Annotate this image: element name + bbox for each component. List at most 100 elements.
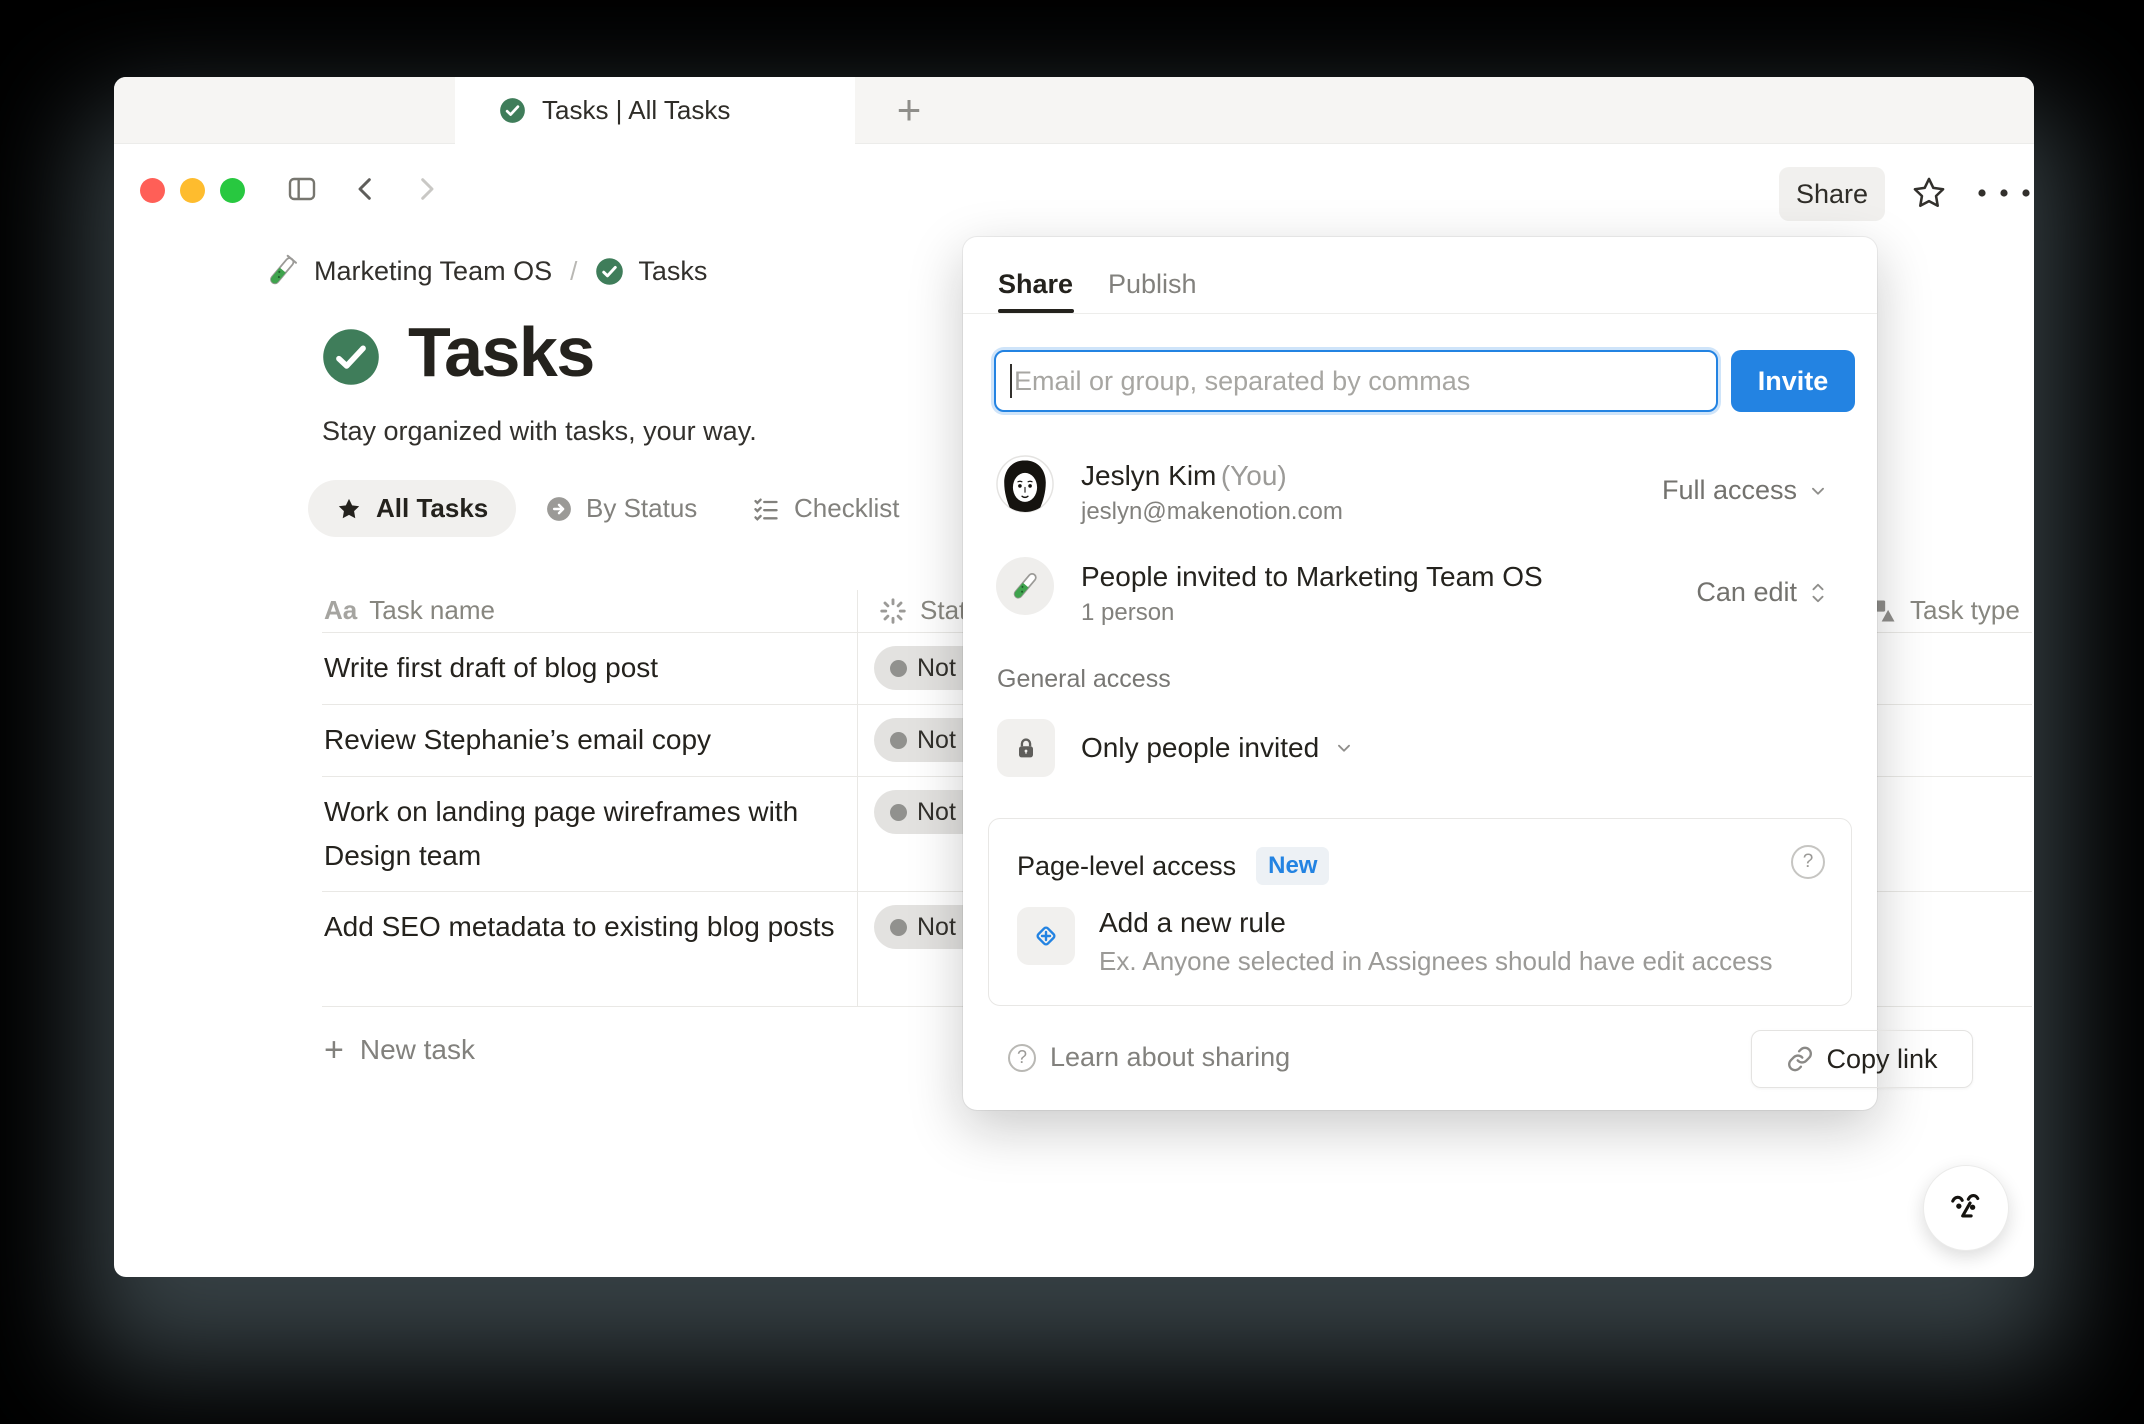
member-detail: jeslyn@makenotion.com: [1081, 498, 1343, 525]
member-name: People invited to Marketing Team OS: [1081, 561, 1543, 592]
breadcrumb-workspace[interactable]: Marketing Team OS: [314, 256, 552, 287]
star-icon: [338, 498, 360, 518]
view-tab-all-tasks[interactable]: All Tasks: [308, 480, 517, 537]
table-row-task-name[interactable]: Work on landing page wireframes with Des…: [324, 776, 844, 891]
copy-link-label: Copy link: [1826, 1043, 1938, 1074]
help-icon: ?: [1008, 1043, 1036, 1072]
notion-app-window: Tasks | All Tasks + Marketing Team OS / …: [114, 77, 2034, 1277]
checklist-icon: [754, 498, 778, 521]
text-caret: [1010, 364, 1012, 398]
dialog-divider: [963, 313, 1877, 314]
member-name-row: Jeslyn Kim (You) jeslyn@makenotion.com: [1081, 460, 1343, 526]
link-icon: [1788, 1046, 1813, 1072]
help-icon[interactable]: ?: [1791, 845, 1825, 879]
access-label: Can edit: [1696, 577, 1797, 607]
view-tab-label: Checklist: [794, 493, 900, 523]
view-tab-label: All Tasks: [376, 493, 489, 523]
plus-icon: +: [324, 1030, 344, 1069]
dialog-tab-publish[interactable]: Publish: [1108, 269, 1197, 300]
browser-tab-bar: Tasks | All Tasks +: [114, 77, 2034, 203]
status-dot-icon: [890, 731, 907, 749]
access-dropdown-can-edit[interactable]: Can edit: [1696, 577, 1829, 608]
favorite-star-icon[interactable]: [1911, 175, 1947, 211]
breadcrumb-page[interactable]: Tasks: [638, 256, 707, 287]
general-access-label: General access: [997, 665, 1171, 693]
invite-email-input[interactable]: [994, 350, 1718, 412]
avatar-jeslyn: [996, 455, 1054, 513]
chevron-down-icon: [1338, 744, 1351, 752]
learn-about-sharing-link[interactable]: ? Learn about sharing: [1008, 1042, 1290, 1073]
breadcrumb: Marketing Team OS / Tasks: [264, 242, 707, 300]
more-options-icon[interactable]: [1972, 183, 2034, 203]
member-suffix: (You): [1220, 460, 1287, 491]
new-tab-button[interactable]: +: [884, 85, 934, 135]
share-button[interactable]: Share: [1779, 167, 1885, 221]
general-access-row[interactable]: Only people invited: [997, 719, 1355, 777]
page-level-access-card: Page-level access New ? Add a new rule E…: [988, 818, 1852, 1006]
lock-iconbox: [997, 719, 1055, 777]
text-aa-icon: Aa: [324, 595, 358, 625]
diamond-plus-icon: [1036, 926, 1056, 946]
column-header-label: Task type: [1910, 595, 2020, 625]
share-dialog: Share Publish Invite: [963, 237, 1973, 1110]
access-label: Full access: [1661, 475, 1797, 505]
card-title-row: Page-level access New: [1017, 847, 1330, 885]
page-title: Tasks: [408, 313, 595, 391]
learn-label: Learn about sharing: [1050, 1042, 1291, 1072]
chevron-up-down-icon: [1812, 583, 1824, 602]
new-task-button[interactable]: + New task: [324, 1021, 475, 1079]
status-dot-icon: [890, 803, 907, 821]
add-rule-title: Add a new rule: [1099, 907, 1286, 938]
copy-link-button[interactable]: Copy link: [1751, 1030, 1973, 1088]
status-dot-icon: [890, 659, 907, 677]
status-dot-icon: [890, 918, 907, 936]
ai-face-icon: [1951, 1193, 1980, 1218]
test-tube-icon: [1013, 573, 1037, 599]
sidebar-toggle-icon[interactable]: [286, 173, 318, 205]
add-rule-iconbox: [1017, 907, 1075, 965]
invite-button[interactable]: Invite: [1731, 350, 1855, 412]
table-row-task-name[interactable]: Write first draft of blog post: [324, 632, 844, 704]
chevron-down-icon: [1812, 487, 1824, 495]
tab-tasks-all-tasks[interactable]: Tasks | All Tasks: [455, 77, 855, 144]
view-tab-label: By Status: [586, 493, 698, 523]
column-header-task-name[interactable]: Aa Task name: [324, 595, 495, 626]
member-name: Jeslyn Kim: [1081, 460, 1217, 491]
add-rule-text: Add a new rule Ex. Anyone selected in As…: [1099, 907, 1773, 977]
view-tab-by-status[interactable]: By Status: [546, 480, 697, 537]
lock-icon: [1019, 738, 1033, 758]
check-circle-icon: [500, 98, 525, 123]
test-tube-icon: [270, 254, 298, 285]
arrow-circle-icon: [547, 496, 571, 521]
check-circle-icon: [596, 257, 624, 285]
page-icon-check-circle[interactable]: [322, 328, 380, 386]
traffic-zoom-button[interactable]: [220, 178, 245, 203]
breadcrumb-separator: /: [570, 255, 578, 286]
column-header-task-type[interactable]: Task type: [1870, 595, 2020, 626]
page-subtitle: Stay organized with tasks, your way.: [322, 416, 757, 446]
avatar-workspace-group: [996, 557, 1054, 615]
general-access-value: Only people invited: [1081, 732, 1320, 763]
forward-icon[interactable]: [410, 173, 442, 205]
back-icon[interactable]: [350, 173, 382, 205]
add-rule-hint: Ex. Anyone selected in Assignees should …: [1099, 946, 1773, 976]
view-tab-checklist[interactable]: Checklist: [752, 480, 899, 537]
add-rule-row[interactable]: Add a new rule Ex. Anyone selected in As…: [1017, 907, 1773, 977]
access-dropdown-full-access[interactable]: Full access: [1662, 475, 1829, 506]
tab-title: Tasks | All Tasks: [542, 95, 731, 125]
status-spinner-icon: [880, 597, 906, 624]
traffic-close-button[interactable]: [140, 178, 165, 203]
member-detail: 1 person: [1081, 599, 1175, 626]
table-row-task-name[interactable]: Add SEO metadata to existing blog posts: [324, 891, 844, 1006]
column-header-label: Task name: [369, 595, 495, 625]
new-badge: New: [1256, 847, 1330, 885]
table-row-task-name[interactable]: Review Stephanie’s email copy: [324, 704, 844, 776]
notion-ai-button[interactable]: [1923, 1165, 2009, 1251]
page-level-access-title: Page-level access: [1017, 850, 1237, 881]
traffic-minimize-button[interactable]: [180, 178, 205, 203]
column-divider: [857, 590, 858, 1006]
screenshot-root: Tasks | All Tasks + Marketing Team OS / …: [0, 0, 2144, 1424]
dialog-tab-share[interactable]: Share: [998, 269, 1073, 300]
member-name-row: People invited to Marketing Team OS 1 pe…: [1081, 561, 1543, 627]
active-tab-underline: [998, 309, 1074, 313]
